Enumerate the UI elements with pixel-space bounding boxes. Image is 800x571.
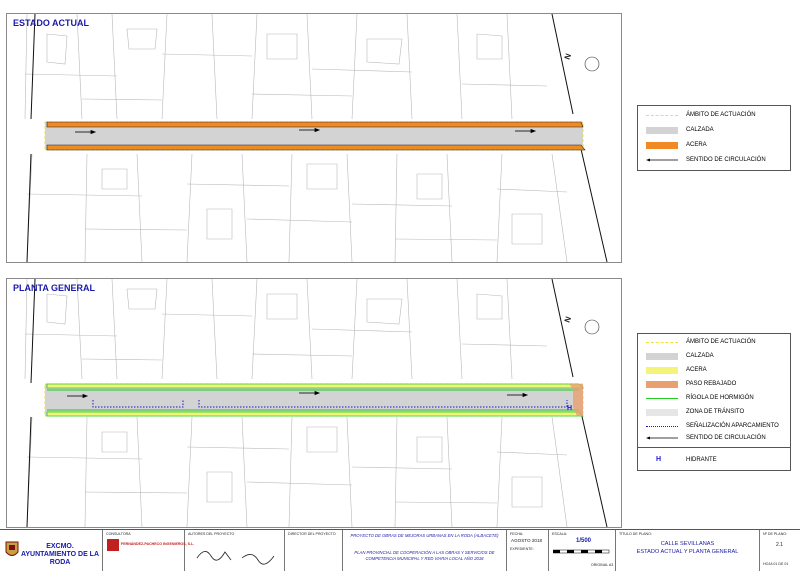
plano-label: Nº DE PLANO: [763,532,788,536]
planta-general-title: PLANTA GENERAL [13,283,95,293]
original-label: ORIGINAL A3 [591,563,614,567]
legend-label: SEÑALIZACIÓN APARCAMIENTO [686,423,779,429]
acera-norte [46,121,584,128]
estado-actual-map [24,14,608,262]
legend-label: ZONA DE TRÁNSITO [686,409,745,415]
legend-swatch-acera [646,367,678,374]
north-arrow-icon [580,317,604,337]
legend-row: RÍGOLA DE HORMIGÓN [638,392,790,404]
entity-cell: EXCMO. AYUNTAMIENTO DE LA RODA [0,530,103,571]
legend-row: ACERA [638,364,790,376]
arrow-icon [646,436,678,440]
legend-swatch-paso-rebajado [646,381,678,388]
titulo-label: TÍTULO DE PLANO: [619,532,652,536]
legend-label: ACERA [686,142,707,148]
project-line1: PROYECTO DE OBRAS DE MEJORAS URBANAS EN … [350,533,499,538]
escala-label: ESCALA: [552,532,568,536]
legend-row: CALZADA [638,350,790,362]
legend-swatch-ambito [646,115,678,116]
legend-row: PASO REBAJADO [638,378,790,390]
project-line2: PLAN PROVINCIAL DE COOPERACIÓN A LAS OBR… [354,550,495,561]
legend-row: SENTIDO DE CIRCULACIÓN [638,154,790,166]
coat-of-arms-icon [5,541,19,556]
legend-divider [638,447,790,448]
arrow-icon [646,158,678,162]
legend-label: RÍGOLA DE HORMIGÓN [686,395,754,401]
escala-cell: ESCALA: 1/500 ORIGINAL A3 [549,530,616,571]
legend-row: CALZADA [638,124,790,136]
hydrant-map-icon: H [567,405,573,412]
consultora-name: FERNÁNDEZ-PACHECO INGENIEROS, S.L. [121,542,195,546]
consultora-label: CONSULTORA [106,532,131,536]
legend-row: H HIDRANTE [638,454,790,466]
estado-actual-panel: ESTADO ACTUAL N [6,13,622,263]
title-block: EXCMO. AYUNTAMIENTO DE LA RODA CONSULTOR… [0,529,800,571]
legend-label: SENTIDO DE CIRCULACIÓN [686,157,766,163]
calzada-nueva [44,383,584,417]
planta-general-map [24,279,608,527]
director-label: DIRECTOR DEL PROYECTO [288,532,336,536]
legend-row: ZONA DE TRÁNSITO [638,406,790,418]
legend-swatch-ambito [646,342,678,343]
director-cell: DIRECTOR DEL PROYECTO [285,530,343,571]
hoja-value: HOJA 01 DE 01 [763,562,789,566]
legend-row: ÁMBITO DE ACTUACIÓN [638,109,790,121]
fecha-label: FECHA: [510,532,524,536]
legend-label: SENTIDO DE CIRCULACIÓN [686,435,766,441]
expediente-label: EXPEDIENTE: [510,547,534,551]
legend-swatch-zona-transito [646,409,678,416]
planta-general-panel: PLANTA GENERAL N H [6,278,622,528]
legend-row: SENTIDO DE CIRCULACIÓN [638,432,790,444]
legend-row: ÁMBITO DE ACTUACIÓN [638,336,790,348]
legend-label: HIDRANTE [686,457,717,463]
legend-label: ACERA [686,367,707,373]
consultora-cell: CONSULTORA FERNÁNDEZ-PACHECO INGENIEROS,… [103,530,194,571]
legend-swatch-senalizacion [646,426,678,427]
project-cell: PROYECTO DE OBRAS DE MEJORAS URBANAS EN … [343,530,507,571]
fecha-cell: FECHA: AGOSTO 2018 EXPEDIENTE: [507,530,549,571]
legend-swatch-calzada [646,353,678,360]
acera-sur [46,144,586,151]
legend-swatch-acera [646,142,678,149]
plano-cell: Nº DE PLANO: 2.1 HOJA 01 DE 01 [760,530,800,571]
escala-value: 1/500 [576,538,592,544]
legend-row: SEÑALIZACIÓN APARCAMIENTO [638,420,790,432]
planta-general-legend: ÁMBITO DE ACTUACIÓN CALZADA ACERA PASO R… [637,333,791,471]
plan-title2: ESTADO ACTUAL Y PLANTA GENERAL [636,549,739,555]
signature-icon [241,554,275,565]
legend-label: ÁMBITO DE ACTUACIÓN [686,112,756,118]
legend-label: ÁMBITO DE ACTUACIÓN [686,339,756,345]
plano-value: 2.1 [776,542,783,548]
legend-label: CALZADA [686,127,714,133]
fecha-value: AGOSTO 2018 [511,538,543,543]
titulo-cell: TÍTULO DE PLANO: CALLE SEVILLANAS ESTADO… [616,530,760,571]
legend-swatch-calzada [646,127,678,134]
legend-label: CALZADA [686,353,714,359]
consultora-logo-icon [107,539,119,551]
entity-name: EXCMO. AYUNTAMIENTO DE LA RODA [20,543,100,566]
estado-actual-legend: ÁMBITO DE ACTUACIÓN CALZADA ACERA SENTID… [637,105,791,171]
hydrant-icon: H [656,456,662,463]
legend-label: PASO REBAJADO [686,381,737,387]
legend-row: ACERA [638,139,790,151]
scale-bar-icon [553,549,610,554]
acera-nueva-norte [46,383,584,389]
north-arrow-icon [580,54,604,74]
acera-nueva-sur [46,411,584,417]
estado-actual-title: ESTADO ACTUAL [13,18,89,28]
autores-cell: AUTORES DEL PROYECTO [185,530,285,571]
plan-title1: CALLE SEVILLANAS [660,541,715,547]
autores-label: AUTORES DEL PROYECTO [188,532,235,536]
legend-swatch-rigola [646,398,678,399]
signature-icon [196,551,232,561]
